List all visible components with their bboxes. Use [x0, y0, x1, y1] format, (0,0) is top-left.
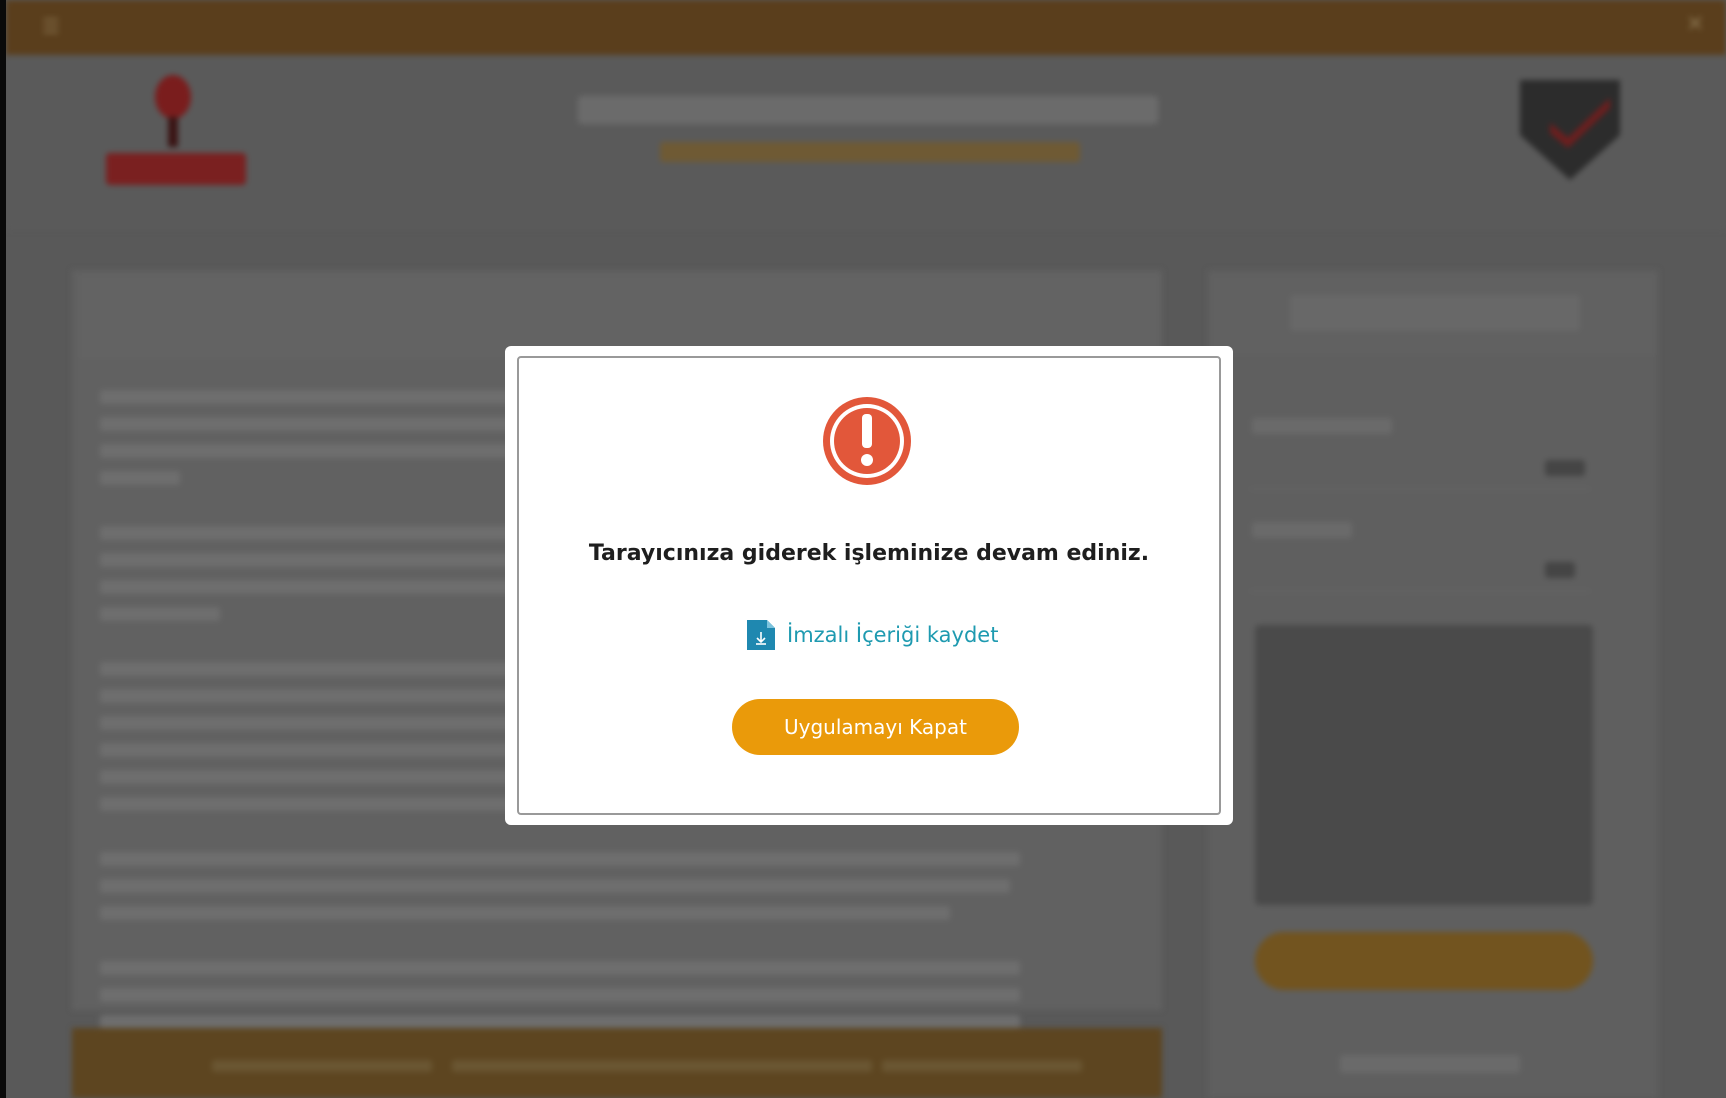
- side-divider: [1250, 590, 1590, 592]
- dialog-message: Tarayıcınıza giderek işleminize devam ed…: [588, 541, 1150, 566]
- save-link-label[interactable]: İmzalı İçeriği kaydet: [787, 623, 998, 647]
- header-title-placeholder: [578, 96, 1158, 124]
- menu-icon[interactable]: ☰: [42, 16, 64, 36]
- save-signed-content-link[interactable]: İmzalı İçeriği kaydet: [747, 620, 998, 650]
- side-footer-placeholder: [1340, 1055, 1520, 1073]
- header-subtitle-placeholder: [660, 142, 1080, 162]
- left-logo: [100, 75, 250, 190]
- exclamation-circle-icon: [823, 397, 911, 485]
- dialog-content: Tarayıcınıza giderek işleminize devam ed…: [517, 356, 1221, 815]
- window-edge: [0, 0, 6, 1098]
- file-download-icon: [747, 620, 775, 650]
- completion-dialog: Tarayıcınıza giderek işleminize devam ed…: [505, 346, 1233, 825]
- side-image-placeholder: [1255, 625, 1593, 905]
- side-action-button-placeholder: [1255, 932, 1593, 990]
- side-value-placeholder: [1545, 562, 1575, 578]
- document-panel-header: [80, 275, 1160, 356]
- close-app-button[interactable]: Uygulamayı Kapat: [732, 699, 1019, 755]
- side-label-placeholder: [1252, 418, 1392, 434]
- side-value-placeholder: [1545, 460, 1585, 476]
- side-divider: [1250, 488, 1590, 490]
- title-bar: ☰ ✕: [6, 0, 1726, 55]
- close-icon[interactable]: ✕: [1686, 14, 1708, 36]
- document-bottom-bar: [72, 1028, 1162, 1098]
- side-panel-title-placeholder: [1290, 295, 1580, 331]
- side-label-placeholder: [1252, 522, 1352, 538]
- right-logo: [1520, 80, 1630, 180]
